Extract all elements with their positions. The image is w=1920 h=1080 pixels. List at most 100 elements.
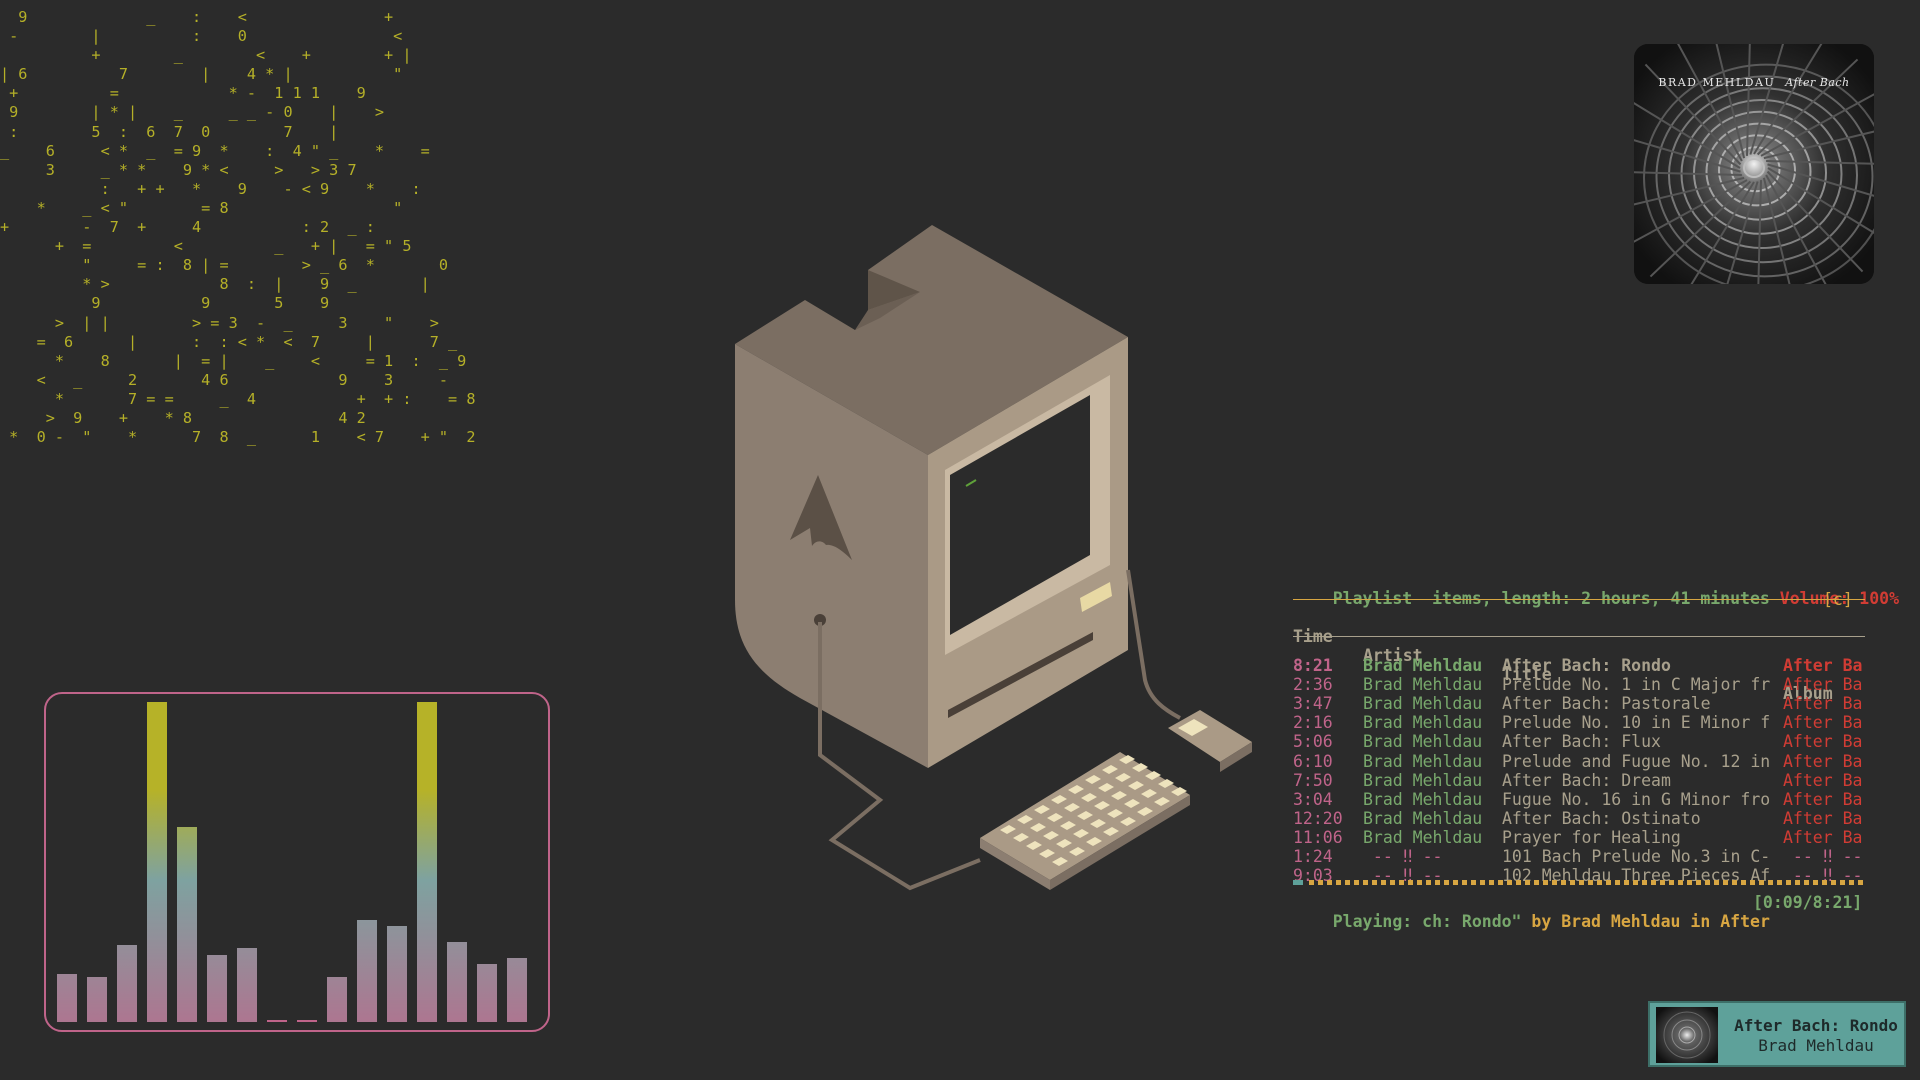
- progress-remaining-dot: [1390, 880, 1395, 885]
- track-artist: Brad Mehldau: [1363, 789, 1483, 809]
- track-time: 8:21: [1293, 656, 1333, 675]
- track-artist: Brad Mehldau: [1363, 827, 1483, 847]
- progress-remaining-dot: [1741, 880, 1746, 885]
- track-album: After Ba: [1783, 808, 1863, 828]
- status-in: in: [1680, 912, 1721, 932]
- progress-remaining-dot: [1795, 880, 1800, 885]
- progress-remaining-dot: [1507, 880, 1512, 885]
- track-album: After Ba: [1783, 656, 1863, 675]
- progress-remaining-dot: [1444, 880, 1449, 885]
- columns-divider: [1293, 636, 1865, 637]
- now-playing-notification[interactable]: After Bach: Rondo Brad Mehldau: [1648, 1001, 1906, 1067]
- progress-remaining-dot: [1660, 880, 1665, 885]
- progress-bar[interactable]: [1293, 880, 1865, 885]
- progress-remaining-dot: [1642, 880, 1647, 885]
- progress-remaining-dot: [1750, 880, 1755, 885]
- visualizer-bar: [387, 926, 407, 1022]
- track-time: 11:06: [1293, 827, 1343, 847]
- visualizer-bar: [87, 977, 107, 1022]
- notification-title: After Bach: Rondo: [1734, 1016, 1898, 1035]
- visualizer-bar: [327, 977, 347, 1022]
- track-time: 7:50: [1293, 770, 1333, 790]
- track-time: 3:47: [1293, 694, 1333, 714]
- progress-remaining-dot: [1849, 880, 1854, 885]
- track-album: After Ba: [1783, 827, 1863, 847]
- track-time: 5:06: [1293, 732, 1333, 752]
- visualizer-bar: [177, 827, 197, 1022]
- progress-remaining-dot: [1453, 880, 1458, 885]
- progress-remaining-dot: [1498, 880, 1503, 885]
- progress-remaining-dot: [1336, 880, 1341, 885]
- progress-remaining-dot: [1624, 880, 1629, 885]
- progress-remaining-dot: [1399, 880, 1404, 885]
- progress-remaining-dot: [1669, 880, 1674, 885]
- mode-flags: [c]: [1823, 590, 1853, 609]
- track-album: -- ‼ --: [1783, 847, 1863, 866]
- elapsed-time: [0:09/8:21]: [1753, 893, 1863, 912]
- progress-remaining-dot: [1858, 880, 1863, 885]
- cover-title: BRAD MEHLDAU After Bach: [1658, 76, 1850, 89]
- progress-remaining-dot: [1543, 880, 1548, 885]
- progress-remaining-dot: [1462, 880, 1467, 885]
- visualizer-bar: [447, 942, 467, 1022]
- progress-remaining-dot: [1606, 880, 1611, 885]
- track-title: Prelude No. 10 in E Minor f: [1502, 713, 1771, 733]
- progress-fill: [1293, 880, 1303, 885]
- progress-remaining-dot: [1426, 880, 1431, 885]
- track-title: After Bach: Pastorale: [1502, 694, 1711, 714]
- visualizer-bar: [417, 702, 437, 1022]
- track-title: After Bach: Ostinato: [1502, 808, 1701, 828]
- progress-remaining-dot: [1417, 880, 1422, 885]
- retro-computer-illustration: [735, 225, 1252, 891]
- track-time: 3:04: [1293, 789, 1333, 809]
- progress-remaining-dot: [1714, 880, 1719, 885]
- track-artist: Brad Mehldau: [1363, 675, 1483, 695]
- status-label: Playing:: [1332, 912, 1423, 932]
- progress-remaining-dot: [1732, 880, 1737, 885]
- progress-remaining-dot: [1633, 880, 1638, 885]
- track-album: After Ba: [1783, 675, 1863, 695]
- progress-remaining-dot: [1768, 880, 1773, 885]
- track-title: Prelude No. 1 in C Major fr: [1502, 675, 1771, 695]
- progress-remaining-dot: [1552, 880, 1557, 885]
- album-cover: BRAD MEHLDAU After Bach: [1634, 44, 1874, 284]
- header-divider: [1293, 599, 1865, 600]
- track-artist: Brad Mehldau: [1363, 656, 1483, 675]
- progress-remaining-dot: [1408, 880, 1413, 885]
- track-artist: Brad Mehldau: [1363, 770, 1483, 790]
- track-album: After Ba: [1783, 713, 1863, 733]
- progress-remaining-dot: [1759, 880, 1764, 885]
- progress-remaining-dot: [1561, 880, 1566, 885]
- progress-remaining-dot: [1687, 880, 1692, 885]
- visualizer-bar: [207, 955, 227, 1022]
- visualizer-bar-empty: [297, 1020, 317, 1022]
- track-artist: Brad Mehldau: [1363, 808, 1483, 828]
- status-artist: Brad Mehldau: [1561, 912, 1681, 932]
- progress-remaining-dot: [1831, 880, 1836, 885]
- progress-remaining-dot: [1597, 880, 1602, 885]
- track-album: After Ba: [1783, 770, 1863, 790]
- track-artist: -- ‼ --: [1363, 847, 1443, 866]
- track-album: After Ba: [1783, 789, 1863, 809]
- progress-remaining-dot: [1354, 880, 1359, 885]
- track-time: 2:36: [1293, 675, 1333, 695]
- visualizer-bar: [57, 974, 77, 1022]
- track-artist: Brad Mehldau: [1363, 751, 1483, 771]
- track-time: 1:24: [1293, 847, 1333, 866]
- track-time: 12:20: [1293, 808, 1343, 828]
- progress-remaining-dot: [1615, 880, 1620, 885]
- track-time: 6:10: [1293, 751, 1333, 771]
- visualizer-bar: [507, 958, 527, 1022]
- visualizer-bar: [477, 964, 497, 1022]
- visualizer-bar-empty: [267, 1020, 287, 1022]
- progress-remaining-dot: [1372, 880, 1377, 885]
- progress-remaining-dot: [1822, 880, 1827, 885]
- track-album: After Ba: [1783, 732, 1863, 752]
- progress-remaining-dot: [1723, 880, 1728, 885]
- music-player-window[interactable]: Playlist items, length: 2 hours, 41 minu…: [1293, 570, 1899, 931]
- progress-remaining-dot: [1345, 880, 1350, 885]
- progress-remaining-dot: [1651, 880, 1656, 885]
- track-title: Prelude and Fugue No. 12 in: [1502, 751, 1771, 771]
- track-artist: Brad Mehldau: [1363, 713, 1483, 733]
- progress-remaining-dot: [1435, 880, 1440, 885]
